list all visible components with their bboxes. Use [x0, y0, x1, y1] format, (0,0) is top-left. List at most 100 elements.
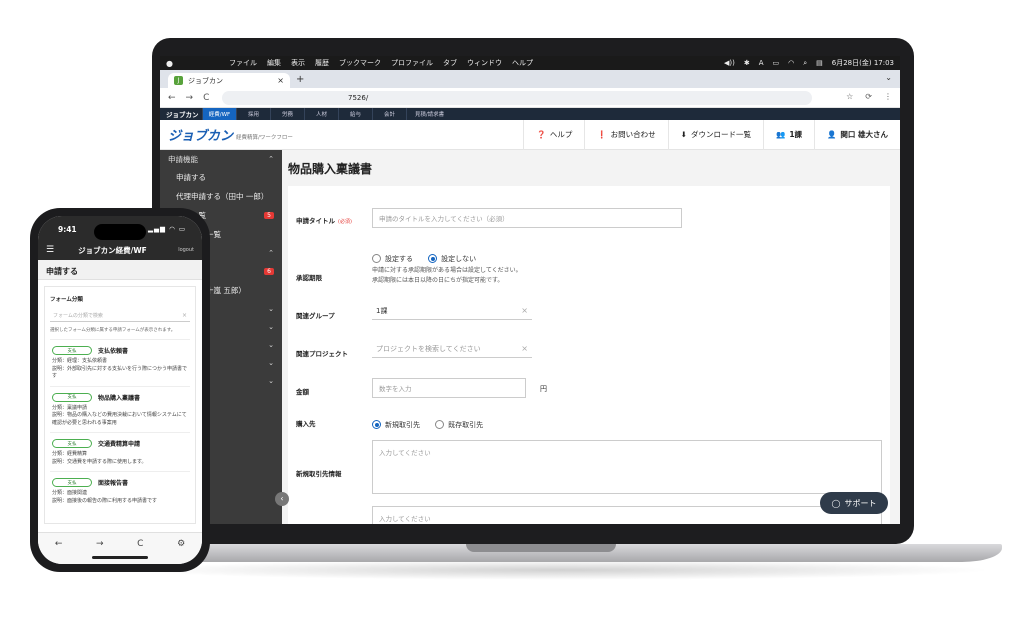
menu-help[interactable]: ヘルプ [512, 58, 533, 68]
extra-textarea[interactable]: 入力してください [372, 506, 882, 524]
mac-menubar: ● ファイル 編集 表示 履歴 ブックマーク プロファイル タブ ウィンドウ ヘ… [160, 56, 900, 70]
vendor-label: 購入先 [296, 420, 316, 428]
menu-edit[interactable]: 編集 [267, 58, 281, 68]
browser-tab[interactable]: J ジョブカン × [168, 73, 290, 88]
settings-gear-icon[interactable]: ⚙ [177, 539, 185, 549]
download-icon: ⬇ [680, 130, 687, 139]
phone-navbar: ☰ ジョブカン経費/WF logout [38, 240, 202, 260]
list-item[interactable]: 支払 面接報告書 分類：面接関連 説明：面接後の報告の際に利用する申請書です [50, 471, 190, 510]
help-link[interactable]: ❓ ヘルプ [523, 119, 584, 150]
logout-link[interactable]: logout [178, 247, 194, 253]
chevron-up-icon: ⌃ [268, 155, 274, 163]
phone-time: 9:41 [58, 225, 77, 234]
title-input[interactable]: 申請のタイトルを入力してください（必須） [372, 208, 682, 228]
browser-toolbar: ← → C 7526/ ☆ ⟳ ⋮ [160, 88, 900, 108]
browser-menu-icon[interactable]: ⋮ [884, 92, 892, 101]
app-item-recruit[interactable]: 採用 [236, 108, 270, 120]
count-badge: 5 [264, 212, 274, 219]
group-select[interactable]: 1課 × [372, 302, 532, 320]
list-item[interactable]: 支払 物品購入稟議書 分類：稟議申請 説明：物品の購入などの費用決裁において情報シス… [50, 385, 190, 433]
project-label: 関連プロジェクト [296, 350, 348, 358]
extensions-icon[interactable]: ⟳ [865, 92, 872, 101]
phone-page-title: 申請する [38, 260, 202, 280]
reload-icon[interactable]: C [137, 539, 143, 549]
app-item-expense[interactable]: 経費/WF [202, 108, 236, 120]
app-switcher-bar: ジョブカン 経費/WF 採用 労務 人材 給与 会計 見積/請求書 [160, 108, 900, 120]
user-menu[interactable]: 👤 関口 雄大さん [814, 119, 900, 150]
menu-window[interactable]: ウィンドウ [467, 58, 502, 68]
control-center-icon[interactable]: ▤ [816, 59, 823, 67]
app-item-invoice[interactable]: 見積/請求書 [406, 108, 452, 120]
wifi-icon[interactable]: ◠ [788, 59, 794, 67]
support-button[interactable]: ◯ サポート [820, 492, 888, 514]
app-item-accounting[interactable]: 会計 [372, 108, 406, 120]
page-title: 物品購入稟議書 [288, 162, 373, 176]
back-icon[interactable]: ← [168, 93, 176, 103]
project-select[interactable]: プロジェクトを検索してください × [372, 340, 532, 358]
app-logo-subtitle: 経費精算/ワークフロー [236, 134, 293, 141]
bluetooth-icon[interactable]: ✱ [744, 59, 750, 67]
menu-profile[interactable]: プロファイル [391, 58, 433, 68]
chevron-down-icon: ⌄ [268, 359, 274, 367]
menu-view[interactable]: 表示 [291, 58, 305, 68]
sidebar-section-apply[interactable]: 申請機能 ⌃ [160, 150, 282, 168]
clear-icon[interactable]: × [521, 306, 528, 315]
browser-tabbar: J ジョブカン × + ⌄ [160, 70, 900, 88]
radio-on-icon [372, 420, 381, 429]
menu-tab[interactable]: タブ [443, 58, 457, 68]
input-method-icon[interactable]: A [759, 59, 764, 67]
apple-icon[interactable]: ● [166, 59, 173, 68]
menu-file[interactable]: ファイル [229, 58, 257, 68]
sidebar-item-proxy-apply[interactable]: 代理申請する（田中 一郎） [160, 187, 282, 206]
vendor-new-radio[interactable]: 新規取引先 [372, 420, 420, 430]
tab-list-icon[interactable]: ⌄ [885, 73, 892, 82]
download-list-link[interactable]: ⬇ ダウンロード一覧 [667, 119, 763, 150]
sidebar-item-apply[interactable]: 申請する [160, 168, 282, 187]
vendor-existing-radio[interactable]: 既存取引先 [435, 420, 483, 430]
new-tab-button[interactable]: + [296, 74, 304, 85]
address-bar[interactable]: 7526/ [222, 91, 812, 105]
clear-icon[interactable]: × [521, 344, 528, 353]
list-item[interactable]: 支払 支払依頼書 分類：経理：支払依頼書 説明：外部取引先に対する支払いを行う際につ… [50, 339, 190, 386]
volume-icon[interactable]: ◀)) [724, 59, 735, 67]
form-name: 面接報告書 [98, 480, 129, 487]
spotlight-icon[interactable]: ⌕ [803, 59, 807, 68]
app-item-labor[interactable]: 労務 [270, 108, 304, 120]
menubar-clock[interactable]: 6月28日(金) 17:03 [832, 58, 894, 68]
menu-history[interactable]: 履歴 [315, 58, 329, 68]
deadline-set-radio[interactable]: 設定する [372, 254, 413, 264]
list-item[interactable]: 支払 交通費精算申請 分類：経費精算 説明：交通費を申請する際に使用します。 [50, 432, 190, 471]
hamburger-icon[interactable]: ☰ [46, 245, 54, 255]
clear-icon[interactable]: × [182, 312, 187, 319]
contact-link[interactable]: ❗ お問い合わせ [584, 119, 667, 150]
chevron-down-icon: ⌄ [268, 377, 274, 385]
chevron-down-icon: ⌄ [268, 305, 274, 313]
app-item-payroll[interactable]: 給与 [338, 108, 372, 120]
title-label: 申請タイトル (必須) [296, 217, 352, 225]
radio-off-icon [435, 420, 445, 429]
chevron-down-icon: ⌄ [268, 341, 274, 349]
app-logo[interactable]: ジョブカン [168, 125, 233, 144]
amount-input[interactable]: 数字を入力 [372, 378, 526, 398]
menu-bookmarks[interactable]: ブックマーク [339, 58, 381, 68]
radio-on-icon [428, 254, 438, 263]
bookmark-star-icon[interactable]: ☆ [846, 92, 853, 101]
main-content: 物品購入稟議書 申請タイトル (必須) 申請のタイトルを入力してください（必須） … [282, 150, 900, 524]
group-selector[interactable]: 👥 1課 [762, 119, 814, 150]
battery-icon[interactable]: ▭ [772, 59, 779, 67]
back-icon[interactable]: ← [55, 539, 63, 549]
deadline-note: 申請に対する承認期限がある場合は設定してください。 承認期限には本日以降の日にち… [372, 267, 522, 284]
sidebar-collapse-button[interactable]: ‹ [275, 492, 289, 506]
tab-close-icon[interactable]: × [277, 76, 284, 85]
deadline-unset-radio[interactable]: 設定しない [428, 254, 476, 264]
new-vendor-label: 新規取引先情報 [296, 470, 342, 478]
forward-icon[interactable]: → [96, 539, 104, 549]
amount-label: 金額 [296, 388, 309, 396]
reload-icon[interactable]: C [203, 93, 209, 103]
forward-icon[interactable]: → [186, 93, 194, 103]
form-type-search[interactable]: フォームの分類で検索 × [50, 310, 190, 322]
app-item-talent[interactable]: 人材 [304, 108, 338, 120]
form-card: 申請タイトル (必須) 申請のタイトルを入力してください（必須） 承認期限 設定す… [288, 186, 890, 524]
phone-screen: 9:41 ▂▄▆ ◠ ▭ ☰ ジョブカン経費/WF logout 申請する フォ… [38, 216, 202, 564]
new-vendor-textarea[interactable]: 入力してください [372, 440, 882, 494]
